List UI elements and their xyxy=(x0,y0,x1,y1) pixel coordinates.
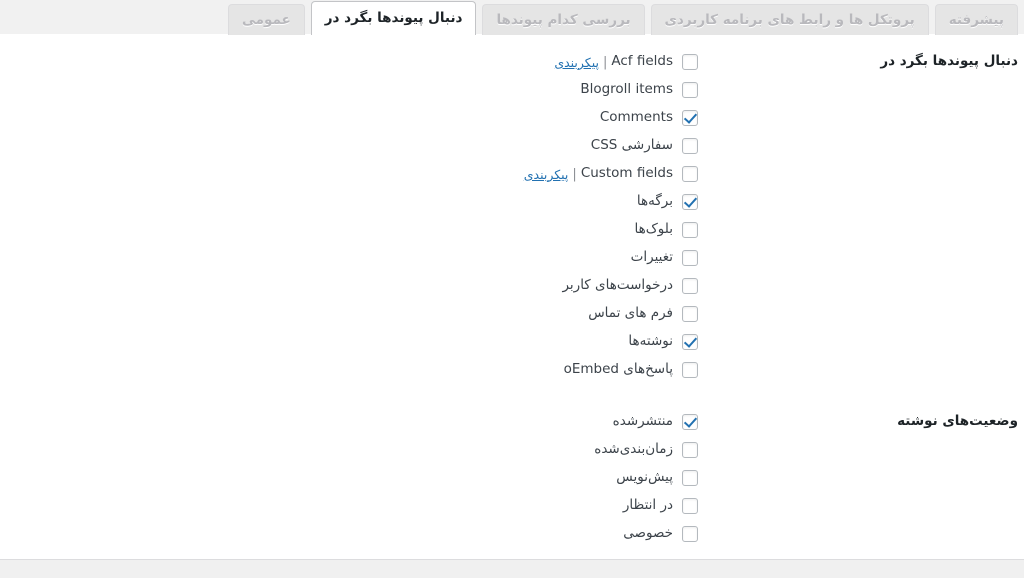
checkbox-label: خصوصی xyxy=(623,525,673,542)
checkbox-row[interactable]: برگه‌ها xyxy=(0,188,698,216)
checkbox-checked-icon[interactable] xyxy=(682,110,698,126)
tab-0[interactable]: پیشرفته xyxy=(934,4,1018,35)
checkbox-unchecked-icon[interactable] xyxy=(682,138,698,154)
settings-section: دنبال پیوندها بگرد در Acf fields | پیکربندی… xyxy=(0,34,1024,394)
configure-link[interactable]: پیکربندی xyxy=(554,55,599,70)
checkbox-list: منتشرشده زمان‌بندی‌شده پیش‌نویس در انتظار خص… xyxy=(0,408,698,548)
section-options: Acf fields | پیکربندی Blogroll items Comment… xyxy=(0,34,708,394)
settings-tab-strip: پیشرفته پروتکل ها و رابط های برنامه کاربر… xyxy=(0,0,1024,35)
checkbox-unchecked-icon[interactable] xyxy=(682,362,698,378)
checkbox-row[interactable]: زمان‌بندی‌شده xyxy=(0,436,698,464)
checkbox-row[interactable]: درخواست‌های کاربر xyxy=(0,272,698,300)
checkbox-row[interactable]: Comments xyxy=(0,104,698,132)
configure-link[interactable]: پیکربندی xyxy=(524,167,569,182)
tab-2[interactable]: بررسی کدام پیوندها xyxy=(482,4,645,35)
checkbox-label: پاسخ‌های oEmbed xyxy=(563,361,673,378)
checkbox-row[interactable]: Blogroll items xyxy=(0,76,698,104)
checkbox-unchecked-icon[interactable] xyxy=(682,166,698,182)
settings-section: وضعیت‌های نوشته منتشرشده زمان‌بندی‌شده پیش‌… xyxy=(0,394,1024,558)
checkbox-row[interactable]: CSS سفارشی xyxy=(0,132,698,160)
checkbox-label: Custom fields xyxy=(580,165,673,182)
checkbox-row[interactable]: منتشرشده xyxy=(0,408,698,436)
checkbox-label: تغییرات xyxy=(630,249,673,266)
checkbox-label: بلوک‌ها xyxy=(634,221,673,238)
checkbox-label: Blogroll items xyxy=(580,81,673,98)
checkbox-label: در انتظار xyxy=(622,497,673,514)
tab-4[interactable]: عمومی xyxy=(228,4,305,35)
label-separator: | xyxy=(602,54,608,70)
checkbox-label: CSS سفارشی xyxy=(590,137,673,154)
checkbox-unchecked-icon[interactable] xyxy=(682,470,698,486)
checkbox-row[interactable]: تغییرات xyxy=(0,244,698,272)
checkbox-label: منتشرشده xyxy=(612,413,673,430)
checkbox-label: برگه‌ها xyxy=(636,193,673,210)
settings-screen: پیشرفته پروتکل ها و رابط های برنامه کاربر… xyxy=(0,0,1024,578)
settings-form-table: دنبال پیوندها بگرد در Acf fields | پیکربندی… xyxy=(0,34,1024,558)
checkbox-unchecked-icon[interactable] xyxy=(682,278,698,294)
checkbox-unchecked-icon[interactable] xyxy=(682,250,698,266)
checkbox-unchecked-icon[interactable] xyxy=(682,222,698,238)
checkbox-row[interactable]: پاسخ‌های oEmbed xyxy=(0,356,698,384)
checkbox-unchecked-icon[interactable] xyxy=(682,82,698,98)
checkbox-label: Acf fields xyxy=(611,53,673,70)
checkbox-row[interactable]: نوشته‌ها xyxy=(0,328,698,356)
checkbox-checked-icon[interactable] xyxy=(682,334,698,350)
tab-1[interactable]: پروتکل ها و رابط های برنامه کاربردی xyxy=(650,4,929,35)
checkbox-label: پیش‌نویس xyxy=(616,469,673,486)
checkbox-label: Comments xyxy=(599,109,673,126)
checkbox-row[interactable]: Custom fields | پیکربندی xyxy=(0,160,698,188)
checkbox-row[interactable]: در انتظار xyxy=(0,492,698,520)
checkbox-row[interactable]: فرم های تماس xyxy=(0,300,698,328)
checkbox-unchecked-icon[interactable] xyxy=(682,442,698,458)
checkbox-list: Acf fields | پیکربندی Blogroll items Comment… xyxy=(0,48,698,384)
checkbox-label: نوشته‌ها xyxy=(628,333,673,350)
checkbox-label: زمان‌بندی‌شده xyxy=(594,441,673,458)
section-title: وضعیت‌های نوشته xyxy=(897,413,1018,429)
checkbox-checked-icon[interactable] xyxy=(682,414,698,430)
section-options: منتشرشده زمان‌بندی‌شده پیش‌نویس در انتظار خص… xyxy=(0,394,708,558)
checkbox-row[interactable]: Acf fields | پیکربندی xyxy=(0,48,698,76)
label-separator: | xyxy=(572,166,577,182)
checkbox-row[interactable]: بلوک‌ها xyxy=(0,216,698,244)
checkbox-row[interactable]: پیش‌نویس xyxy=(0,464,698,492)
checkbox-row[interactable]: خصوصی xyxy=(0,520,698,548)
settings-content-panel: دنبال پیوندها بگرد در Acf fields | پیکربندی… xyxy=(0,33,1024,560)
checkbox-label: درخواست‌های کاربر xyxy=(562,277,673,294)
checkbox-unchecked-icon[interactable] xyxy=(682,526,698,542)
section-title: دنبال پیوندها بگرد در xyxy=(880,53,1018,69)
checkbox-unchecked-icon[interactable] xyxy=(682,306,698,322)
tab-3-active[interactable]: دنبال پیوندها بگرد در xyxy=(310,1,477,35)
page-bottom-bar xyxy=(0,560,1024,578)
checkbox-unchecked-icon[interactable] xyxy=(682,54,698,70)
checkbox-unchecked-icon[interactable] xyxy=(682,498,698,514)
checkbox-label: فرم های تماس xyxy=(588,305,673,322)
checkbox-checked-icon[interactable] xyxy=(682,194,698,210)
